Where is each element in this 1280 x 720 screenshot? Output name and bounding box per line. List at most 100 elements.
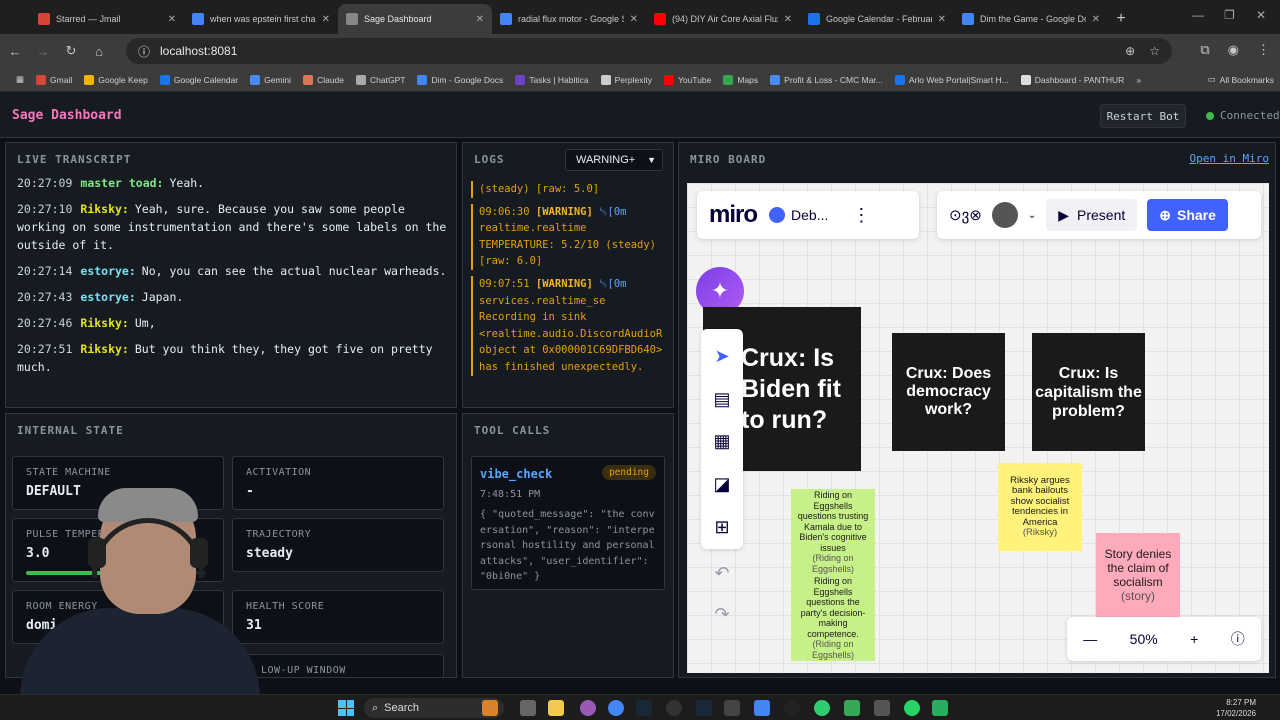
crux-card[interactable]: Crux: Is capitalism the problem? <box>1032 333 1145 451</box>
browser-tab[interactable]: Google Calendar - February 2 ✕ <box>800 4 954 34</box>
close-tab-icon[interactable]: ✕ <box>1092 14 1100 25</box>
bookmark-item[interactable]: Profit & Loss - CMC Mar... <box>764 74 889 85</box>
miro-board-canvas[interactable]: miro Deb... ⋮ ⊙ვ⊗ ⌄ ▶ Present ⊕ Share ✦ … <box>687 183 1269 673</box>
taskbar-app-icon[interactable] <box>844 700 860 716</box>
taskbar-app-icon[interactable] <box>874 700 890 716</box>
kebab-menu-icon[interactable]: ⋮ <box>852 205 870 226</box>
restore-icon[interactable]: ❐ <box>1224 8 1235 22</box>
log-level-select[interactable]: WARNING+ ▼ <box>565 149 663 171</box>
redo-icon[interactable]: ↷ <box>714 604 729 625</box>
browser-tab-label: when was epstein first charg <box>210 14 316 24</box>
share-button[interactable]: ⊕ Share <box>1147 199 1228 231</box>
more-bookmarks-icon[interactable]: » <box>1130 75 1147 85</box>
sticky-note-icon[interactable]: ◪ <box>701 463 743 506</box>
board-name[interactable]: Deb... <box>769 207 828 223</box>
terminal-icon[interactable] <box>724 700 740 716</box>
tool-calls-panel: TOOL CALLS vibe_check pending 7:48:51 PM… <box>462 413 674 678</box>
bookmark-item[interactable]: Arlo Web Portal|Smart H... <box>889 74 1015 85</box>
add-icon[interactable]: ⊞ <box>701 506 743 549</box>
browser-tab[interactable]: (94) DIY Air Core Axial Flux ✕ <box>646 4 800 34</box>
bookmark-item[interactable]: Claude <box>297 74 350 85</box>
present-button[interactable]: ▶ Present <box>1046 199 1138 231</box>
sticky-note[interactable]: Riding on Eggshells questions the party'… <box>791 575 875 661</box>
all-bookmarks[interactable]: ▭ All Bookmarks <box>1202 74 1280 85</box>
bookmark-item[interactable]: Perplexity <box>595 74 658 85</box>
app-title: Sage Dashboard <box>12 108 122 123</box>
browser-tab[interactable]: Starred — Jmail ✕ <box>30 4 184 34</box>
templates-icon[interactable]: ▤ <box>701 378 743 421</box>
close-tab-icon[interactable]: ✕ <box>168 14 176 25</box>
taskbar-app-icon[interactable] <box>580 700 596 716</box>
taskbar-app-icon[interactable] <box>482 700 498 716</box>
taskbar-app-icon[interactable] <box>666 700 682 716</box>
select-cursor-icon[interactable]: ➤ <box>701 335 743 378</box>
avatar[interactable] <box>991 202 1018 228</box>
zoom-in-icon[interactable]: + <box>1190 631 1198 647</box>
bookmark-star-icon[interactable]: ☆ <box>1149 44 1160 58</box>
taskbar-clock[interactable]: 8:27 PM 17/02/2026 <box>1216 697 1256 719</box>
bookmark-item[interactable]: Gemini <box>244 74 297 85</box>
address-bar[interactable]: ⓘ localhost:8081 ⊕ ☆ <box>126 38 1172 64</box>
site-info-icon[interactable]: ⓘ <box>138 43 150 60</box>
zoom-out-icon[interactable]: — <box>1083 631 1097 647</box>
steam-icon[interactable] <box>636 700 652 716</box>
file-explorer-icon[interactable] <box>548 700 564 716</box>
sticky-note[interactable]: Story denies the claim of socialism (sto… <box>1096 533 1180 617</box>
new-tab-icon[interactable]: + <box>1108 4 1134 34</box>
chrome-icon[interactable] <box>608 700 624 716</box>
close-tab-icon[interactable]: ✕ <box>938 14 946 25</box>
open-in-miro-link[interactable]: Open in Miro <box>1190 152 1269 165</box>
windows-start-icon[interactable] <box>338 700 354 716</box>
bookmark-item[interactable]: Google Keep <box>78 74 154 85</box>
layout-icon[interactable]: ▦ <box>701 421 743 464</box>
bookmark-item[interactable]: Dim - Google Docs <box>411 74 509 85</box>
close-tab-icon[interactable]: ✕ <box>784 14 792 25</box>
task-view-icon[interactable] <box>520 700 536 716</box>
sticky-note[interactable]: Riding on Eggshells questions trusting K… <box>791 489 875 575</box>
zoom-icon[interactable]: ⊕ <box>1125 44 1135 58</box>
help-icon[interactable]: ⓘ <box>1231 629 1245 649</box>
forward-icon[interactable]: → <box>36 44 50 59</box>
taskbar-app-icon[interactable] <box>814 700 830 716</box>
browser-tab[interactable]: radial flux motor - Google Se ✕ <box>492 4 646 34</box>
menu-icon[interactable]: ⋮ <box>1257 42 1270 58</box>
browser-tab-label: Google Calendar - February 2 <box>826 14 932 24</box>
bookmark-item[interactable]: Gmail <box>30 74 78 85</box>
close-tab-icon[interactable]: ✕ <box>322 14 330 25</box>
browser-tab[interactable]: when was epstein first charg ✕ <box>184 4 338 34</box>
reactions-icon[interactable]: ⊙ვ⊗ <box>949 206 982 224</box>
browser-tab[interactable]: Sage Dashboard ✕ <box>338 4 492 34</box>
bookmark-item[interactable]: YouTube <box>658 74 717 85</box>
taskbar-app-icon[interactable] <box>932 700 948 716</box>
bookmark-item[interactable]: ChatGPT <box>350 74 411 85</box>
profile-icon[interactable]: ◉ <box>1228 42 1239 58</box>
reload-icon[interactable]: ↻ <box>64 43 78 59</box>
crux-card[interactable]: Crux: Does democracy work? <box>892 333 1005 451</box>
board-name-text: Deb... <box>791 207 829 223</box>
close-window-icon[interactable]: ✕ <box>1256 8 1266 22</box>
back-icon[interactable]: ← <box>8 44 22 59</box>
sticky-note[interactable]: Riksky argues bank bailouts show sociali… <box>998 463 1082 551</box>
restart-bot-button[interactable]: Restart Bot <box>1100 104 1186 128</box>
docs-icon[interactable] <box>754 700 770 716</box>
taskbar-app-icon[interactable] <box>784 700 800 716</box>
close-tab-icon[interactable]: ✕ <box>476 14 484 25</box>
chevron-down-icon[interactable]: ⌄ <box>1028 210 1036 221</box>
undo-icon[interactable]: ↶ <box>714 563 729 584</box>
transcript-lines[interactable]: 20:27:09 master toad: Yeah. 20:27:10 Riksky:… <box>17 174 447 384</box>
whatsapp-icon[interactable] <box>904 700 920 716</box>
close-tab-icon[interactable]: ✕ <box>630 14 638 25</box>
extensions-icon[interactable]: ⧉ <box>1200 42 1209 58</box>
bookmark-item[interactable]: Tasks | Habitica <box>509 74 594 85</box>
bookmark-item[interactable]: Maps <box>717 74 764 85</box>
log-lines[interactable]: (steady) [raw: 5.0] 09:06:30 [WARNING] ␛[… <box>471 181 667 397</box>
bookmark-item[interactable]: Google Calendar <box>154 74 244 85</box>
minimize-icon[interactable]: — <box>1192 8 1204 22</box>
tool-call-card[interactable]: vibe_check pending 7:48:51 PM { "quoted_… <box>471 456 665 590</box>
browser-tab[interactable]: Dim the Game - Google Docs ✕ <box>954 4 1108 34</box>
apps-icon[interactable]: ▦ <box>10 74 30 85</box>
bookmark-label: Arlo Web Portal|Smart H... <box>908 74 1009 85</box>
bookmark-item[interactable]: Dashboard - PANTHUR <box>1015 74 1131 85</box>
steam-icon[interactable] <box>696 700 712 716</box>
home-icon[interactable]: ⌂ <box>92 44 106 59</box>
